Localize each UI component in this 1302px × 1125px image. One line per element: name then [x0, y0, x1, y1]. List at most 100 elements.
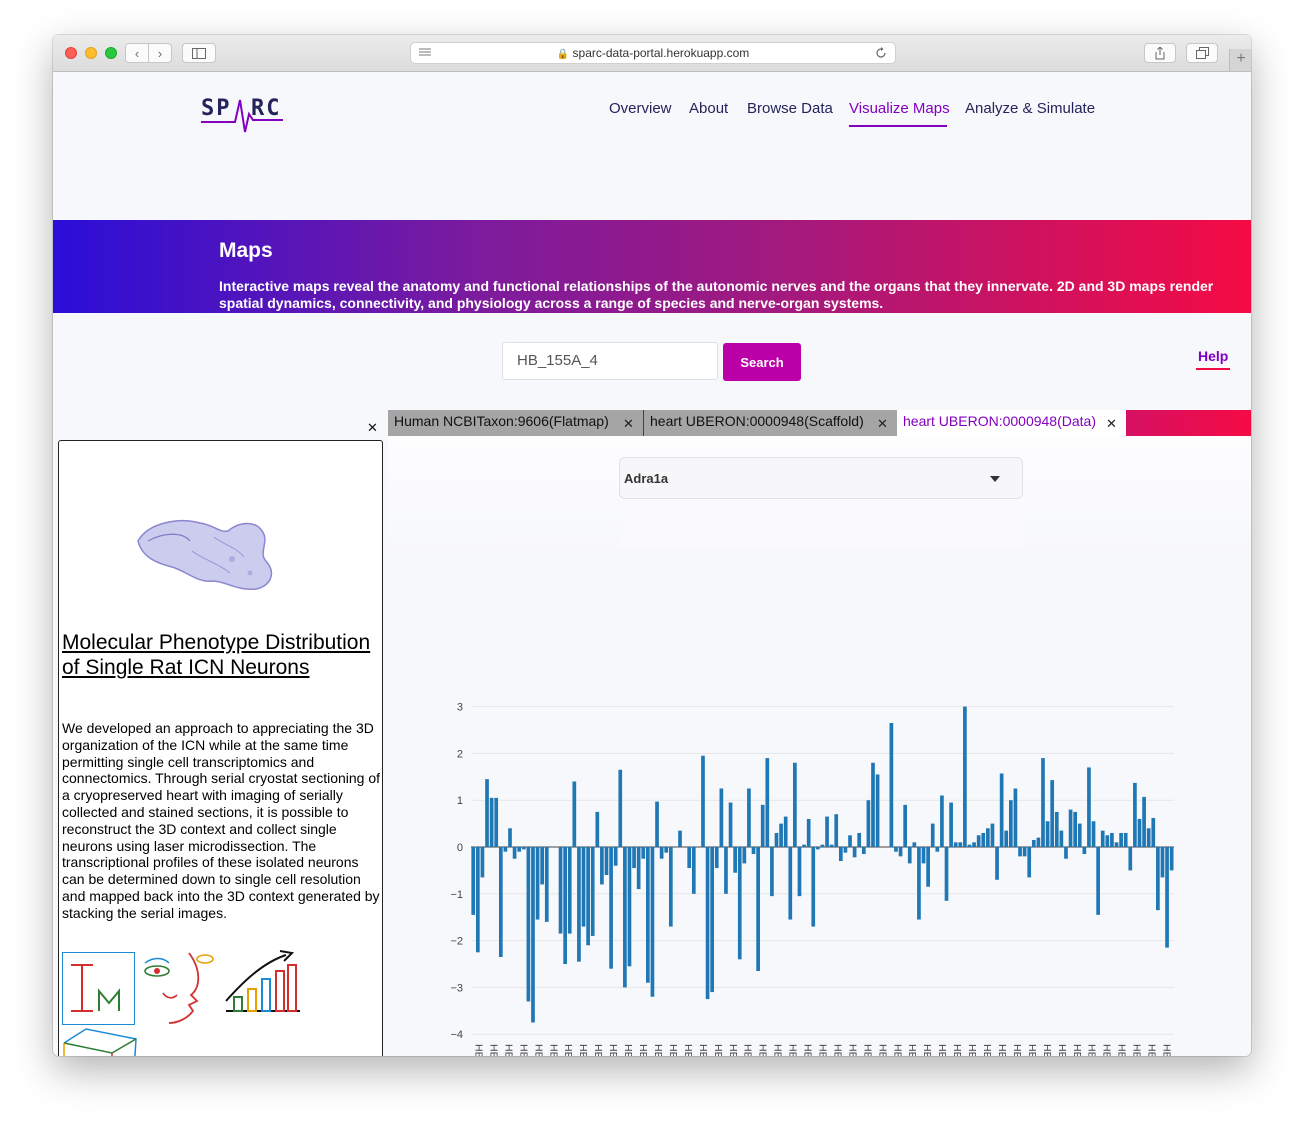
chart-bar: [1054, 811, 1059, 847]
chart-bar: [935, 847, 940, 852]
url-text: 🔒 sparc-data-portal.herokuapp.com: [411, 46, 895, 60]
chart-bar: [1027, 847, 1032, 878]
chart-bar: [1165, 847, 1169, 948]
close-window-button[interactable]: [65, 47, 77, 59]
chart-bar: [724, 847, 728, 894]
chart-bar: [577, 847, 581, 962]
tabs-icon: [1195, 47, 1209, 59]
nav-analyze-simulate[interactable]: Analyze & Simulate: [965, 100, 1095, 117]
x-tick-label: HB_50A: [473, 1044, 485, 1056]
chart-bar: [940, 795, 944, 847]
chart-bar: [751, 847, 756, 855]
share-icon: [1155, 46, 1165, 59]
nav-overview[interactable]: Overview: [609, 100, 672, 117]
x-tick-label: HB_155: [1071, 1044, 1083, 1056]
chart-bar: [774, 832, 779, 847]
browser-toolbar: ‹ › 🔒 sparc-data-portal.herokuapp.com +: [53, 35, 1251, 72]
chart-bar: [618, 769, 623, 847]
tabs-overview-button[interactable]: [1186, 43, 1218, 63]
chart-bar: [788, 847, 793, 920]
chart-bar: [1004, 830, 1009, 847]
expression-bar-chart[interactable]: 3210−1−2−3−4HB_50AHB_50BHB_55BHB_55BHB_6…: [388, 632, 1251, 1056]
dataset-thumbnail[interactable]: [128, 441, 311, 627]
chart-bar: [921, 847, 926, 864]
help-underline: [1196, 368, 1230, 370]
sparc-logo[interactable]: SP RC: [201, 92, 286, 134]
close-panel-icon[interactable]: ✕: [367, 420, 378, 436]
x-tick-label: HB_130: [936, 1044, 948, 1056]
chart-bar: [701, 755, 705, 847]
x-tick-label: HB_55B: [517, 1044, 529, 1056]
chart-bar: [572, 781, 577, 847]
x-tick-label: HB-110: [802, 1044, 814, 1056]
chart-bar: [632, 847, 636, 869]
minimize-window-button[interactable]: [85, 47, 97, 59]
chart-bar: [1073, 811, 1078, 847]
chart-bar: [926, 847, 930, 887]
nav-browse-data[interactable]: Browse Data: [747, 100, 833, 117]
chart-bar: [866, 800, 871, 847]
sidebar-toggle-button[interactable]: [182, 43, 216, 63]
address-bar[interactable]: 🔒 sparc-data-portal.herokuapp.com: [410, 42, 896, 64]
chart-bar: [958, 842, 963, 847]
chart-bar: [544, 847, 549, 922]
dataset-title-link[interactable]: Molecular Phenotype Distribution of Sing…: [62, 630, 372, 680]
chart-bar: [581, 847, 586, 927]
chart-bar: [710, 847, 715, 993]
y-tick-label: 3: [457, 702, 463, 714]
x-tick-label: HB_84A: [652, 1044, 664, 1056]
close-tab-icon[interactable]: ✕: [623, 416, 634, 432]
x-tick-label: HB_88A: [682, 1044, 694, 1056]
tab-data[interactable]: heart UBERON:0000948(Data) ✕: [897, 410, 1126, 436]
search-input[interactable]: HB_155A_4: [502, 342, 718, 380]
forward-button[interactable]: ›: [148, 43, 172, 63]
y-tick-label: 2: [457, 748, 463, 760]
help-link[interactable]: Help: [1198, 348, 1228, 364]
chart-bar: [843, 847, 848, 853]
reload-icon[interactable]: [875, 47, 887, 59]
zoom-window-button[interactable]: [105, 47, 117, 59]
chart-bar: [600, 847, 604, 885]
search-button[interactable]: Search: [723, 343, 801, 381]
gene-select[interactable]: Adra1a: [619, 457, 1023, 499]
x-tick-label: HB_140: [996, 1044, 1008, 1056]
page-description: Interactive maps reveal the anatomy and …: [219, 278, 1214, 311]
x-tick-label: HB_70A: [562, 1044, 574, 1056]
chevron-down-icon[interactable]: [990, 476, 1000, 482]
back-button[interactable]: ‹: [125, 43, 149, 63]
chart-bar: [797, 847, 802, 897]
nav-visualize-maps[interactable]: Visualize Maps: [849, 100, 950, 117]
new-tab-button[interactable]: +: [1229, 49, 1251, 71]
tab-scaffold[interactable]: heart UBERON:0000948(Scaffold) ✕: [644, 410, 897, 436]
nav-about[interactable]: About: [689, 100, 728, 117]
chart-bar: [627, 847, 632, 967]
tab-flatmap[interactable]: Human NCBITaxon:9606(Flatmap) ✕: [388, 410, 643, 436]
imaging-icon: [62, 952, 135, 1025]
chart-bar: [930, 823, 935, 847]
share-button[interactable]: [1144, 43, 1176, 63]
x-tick-label: HB-110: [817, 1044, 829, 1056]
chart-bar: [517, 847, 522, 852]
x-tick-label: HB-115: [832, 1044, 844, 1056]
lock-icon: 🔒: [556, 49, 570, 60]
x-tick-label: HB_100: [772, 1044, 784, 1056]
chart-bar: [1119, 832, 1123, 847]
chart-bar: [999, 773, 1004, 847]
chart-bar: [1045, 821, 1050, 847]
x-tick-label: HB_50B: [487, 1044, 499, 1056]
x-tick-label: HB_180: [1146, 1044, 1158, 1056]
close-tab-icon[interactable]: ✕: [877, 416, 888, 432]
x-tick-label: HB_105: [787, 1044, 799, 1056]
close-tab-icon[interactable]: ✕: [1106, 416, 1117, 432]
chart-bar: [558, 847, 563, 934]
x-tick-label: HB_135: [951, 1044, 963, 1056]
face-icon: [144, 952, 214, 1024]
chart-bar: [604, 847, 609, 876]
chart-bar: [783, 816, 788, 847]
page-content: SP RC Overview About Browse Data Visuali…: [53, 72, 1251, 1056]
chart-bar: [967, 844, 972, 847]
x-tick-label: HB_95A: [727, 1044, 739, 1056]
chart-bar: [563, 847, 567, 964]
chart-bar: [1018, 847, 1022, 857]
x-tick-label: HB_55B: [502, 1044, 514, 1056]
